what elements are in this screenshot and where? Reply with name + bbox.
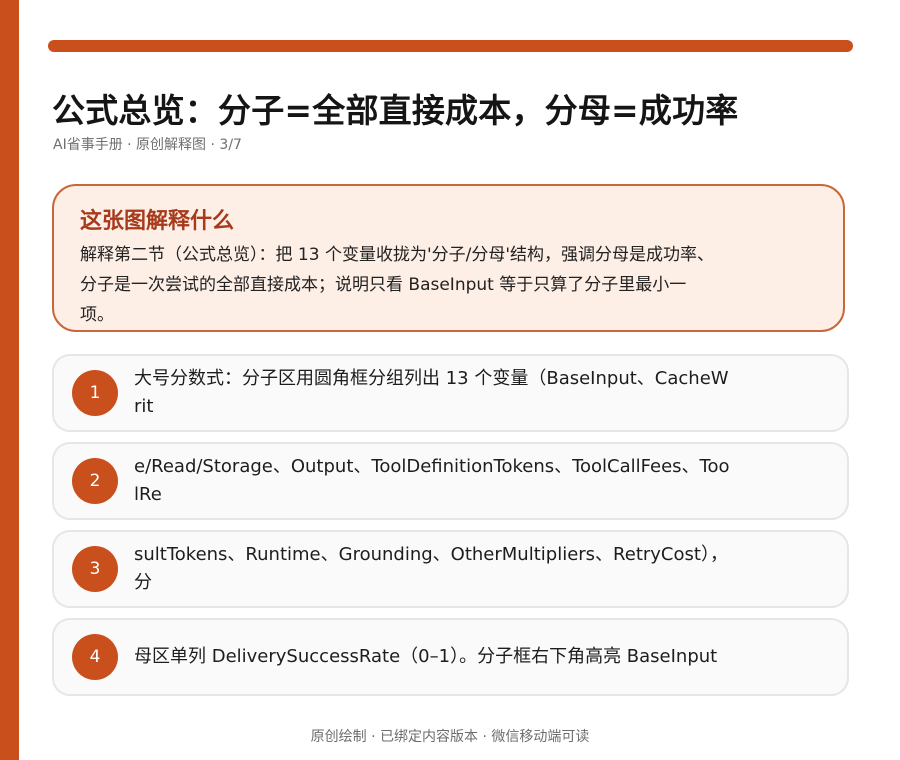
- step-text: e/Read/Storage、Output、ToolDefinitionToke…: [134, 456, 730, 505]
- step-list: 1 大号分数式：分子区用圆角框分组列出 13 个变量（BaseInput、Cac…: [52, 354, 849, 706]
- page-subtitle: AI省事手册 · 原创解释图 · 3/7: [53, 137, 242, 153]
- footer-note: 原创绘制 · 已绑定内容版本 · 微信移动端可读: [310, 729, 590, 745]
- step-card: 3 sultTokens、Runtime、Grounding、OtherMult…: [52, 530, 849, 608]
- step-number-badge: 4: [72, 634, 118, 680]
- top-accent-bar: [48, 40, 853, 52]
- step-text: 母区单列 DeliverySuccessRate（0–1）。分子框右下角高亮 B…: [134, 646, 718, 667]
- explanation-heading: 这张图解释什么: [80, 209, 235, 234]
- step-number-badge: 3: [72, 546, 118, 592]
- explanation-card: 这张图解释什么 解释第二节（公式总览）：把 13 个变量收拢为'分子/分母'结构…: [52, 184, 845, 332]
- step-number-badge: 2: [72, 458, 118, 504]
- page: 公式总览：分子=全部直接成本，分母=成功率 AI省事手册 · 原创解释图 · 3…: [0, 0, 900, 760]
- step-card: 4 母区单列 DeliverySuccessRate（0–1）。分子框右下角高亮…: [52, 618, 849, 696]
- page-title: 公式总览：分子=全部直接成本，分母=成功率: [52, 91, 739, 130]
- left-accent-stripe: [0, 0, 19, 760]
- step-card: 1 大号分数式：分子区用圆角框分组列出 13 个变量（BaseInput、Cac…: [52, 354, 849, 432]
- step-text: 大号分数式：分子区用圆角框分组列出 13 个变量（BaseInput、Cache…: [134, 368, 729, 417]
- step-number-badge: 1: [72, 370, 118, 416]
- step-text: sultTokens、Runtime、Grounding、OtherMultip…: [134, 544, 728, 593]
- explanation-body: 解释第二节（公式总览）：把 13 个变量收拢为'分子/分母'结构，强调分母是成功…: [80, 245, 715, 325]
- step-card: 2 e/Read/Storage、Output、ToolDefinitionTo…: [52, 442, 849, 520]
